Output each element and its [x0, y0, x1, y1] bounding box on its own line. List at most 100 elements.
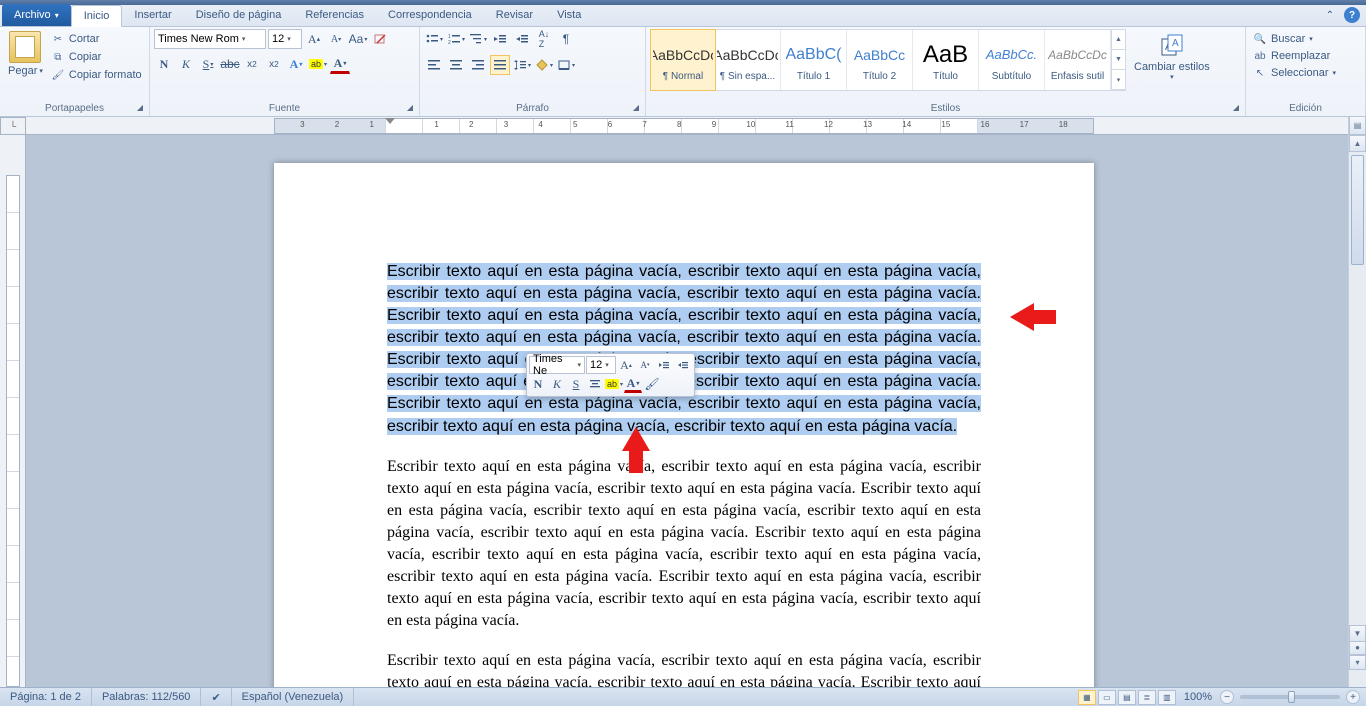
zoom-slider[interactable]	[1240, 695, 1340, 699]
style-item-2[interactable]: AaBbC(Título 1	[781, 30, 847, 90]
tab-correspondencia[interactable]: Correspondencia	[376, 4, 484, 26]
mini-size-combo[interactable]: 12▾	[586, 356, 616, 374]
vertical-ruler[interactable]	[0, 135, 26, 687]
zoom-knob[interactable]	[1288, 691, 1295, 703]
status-page[interactable]: Página: 1 de 2	[0, 688, 92, 706]
mini-shrink-font[interactable]: A▾	[636, 356, 654, 374]
status-language[interactable]: Español (Venezuela)	[232, 688, 355, 706]
font-color-button[interactable]: A▾	[330, 54, 350, 74]
zoom-level[interactable]: 100%	[1184, 691, 1212, 703]
mini-highlight[interactable]: ab▾	[605, 375, 623, 393]
borders-button[interactable]: ▾	[556, 55, 576, 75]
zoom-out-button[interactable]: −	[1220, 690, 1234, 704]
shrink-font-button[interactable]: A▾	[326, 29, 346, 49]
text-effects-button[interactable]: A▾	[286, 54, 306, 74]
document-page[interactable]: Escribir texto aquí en esta página vacía…	[274, 163, 1094, 687]
style-item-3[interactable]: AaBbCcTítulo 2	[847, 30, 913, 90]
grow-font-button[interactable]: A▴	[304, 29, 324, 49]
numbering-button[interactable]: 12▾	[446, 29, 466, 49]
sort-button[interactable]: A↓Z	[534, 29, 554, 49]
file-tab[interactable]: Archivo ▾	[2, 4, 71, 26]
tab-stop-selector[interactable]: └	[0, 117, 26, 135]
mini-increase-indent[interactable]	[674, 356, 692, 374]
scroll-up-icon[interactable]: ▲	[1349, 135, 1366, 152]
style-item-1[interactable]: AaBbCcDc¶ Sin espa...	[715, 30, 781, 90]
subscript-button[interactable]: x2	[242, 54, 262, 74]
increase-indent-button[interactable]	[512, 29, 532, 49]
status-proofing[interactable]: ✔	[201, 688, 231, 706]
style-item-4[interactable]: AaBTítulo	[913, 30, 979, 90]
styles-gallery[interactable]: AaBbCcDc¶ NormalAaBbCcDc¶ Sin espa...AaB…	[650, 29, 1126, 91]
tab-inicio[interactable]: Inicio	[71, 5, 123, 27]
scroll-thumb[interactable]	[1351, 155, 1364, 265]
change-styles-button[interactable]: AA Cambiar estilos ▾	[1128, 29, 1216, 85]
tab-diseno[interactable]: Diseño de página	[184, 4, 294, 26]
paragraph-3[interactable]: Escribir texto aquí en esta página vacía…	[387, 650, 981, 687]
copy-button[interactable]: ⧉Copiar	[49, 49, 144, 65]
tab-vista[interactable]: Vista	[545, 4, 593, 26]
mini-grow-font[interactable]: A▴	[617, 356, 635, 374]
view-full-screen[interactable]: ▭	[1098, 690, 1116, 705]
format-painter-button[interactable]: 🖌Copiar formato	[49, 67, 144, 83]
show-marks-button[interactable]: ¶	[556, 29, 576, 49]
superscript-button[interactable]: x2	[264, 54, 284, 74]
align-left-button[interactable]	[424, 55, 444, 75]
font-name-combo[interactable]: Times New Rom▾	[154, 29, 266, 49]
mini-bold[interactable]: N	[529, 375, 547, 393]
bullets-button[interactable]: ▾	[424, 29, 444, 49]
clear-format-button[interactable]	[370, 29, 390, 49]
mini-format-painter[interactable]: 🖌	[643, 375, 661, 393]
highlight-button[interactable]: ab▾	[308, 54, 328, 74]
mini-decrease-indent[interactable]	[655, 356, 673, 374]
status-words[interactable]: Palabras: 112/560	[92, 688, 201, 706]
paragraph-1[interactable]: Escribir texto aquí en esta página vacía…	[387, 261, 981, 438]
find-button[interactable]: 🔍Buscar▾	[1250, 31, 1339, 47]
style-item-5[interactable]: AaBbCc.Subtítulo	[979, 30, 1045, 90]
mini-underline[interactable]: S	[567, 375, 585, 393]
mini-italic[interactable]: K	[548, 375, 566, 393]
multilevel-button[interactable]: ▾	[468, 29, 488, 49]
gallery-up-icon[interactable]: ▲	[1112, 30, 1125, 50]
font-launcher-icon[interactable]: ◢	[407, 103, 413, 112]
justify-button[interactable]	[490, 55, 510, 75]
select-button[interactable]: ↖Seleccionar▾	[1250, 65, 1339, 81]
paragraph-launcher-icon[interactable]: ◢	[633, 103, 639, 112]
tab-revisar[interactable]: Revisar	[484, 4, 545, 26]
browse-object-icon[interactable]: ●	[1349, 640, 1366, 655]
align-center-button[interactable]	[446, 55, 466, 75]
cut-button[interactable]: ✂Cortar	[49, 31, 144, 47]
gallery-down-icon[interactable]: ▼	[1112, 50, 1125, 70]
align-right-button[interactable]	[468, 55, 488, 75]
italic-button[interactable]: K	[176, 54, 196, 74]
vertical-scrollbar[interactable]: ▤ ▲ ▴ ● ▾ ▼	[1348, 117, 1366, 687]
ruler-toggle-icon[interactable]: ▤	[1349, 117, 1366, 135]
next-page-icon[interactable]: ▾	[1349, 655, 1366, 670]
mini-center[interactable]	[586, 375, 604, 393]
change-case-button[interactable]: Aa▾	[348, 29, 368, 49]
view-web[interactable]: ▤	[1118, 690, 1136, 705]
font-size-combo[interactable]: 12▾	[268, 29, 302, 49]
line-spacing-button[interactable]: ▾	[512, 55, 532, 75]
scroll-down-icon[interactable]: ▼	[1349, 625, 1366, 642]
style-item-6[interactable]: AaBbCcDcÉnfasis sutil	[1045, 30, 1111, 90]
help-icon[interactable]: ?	[1344, 7, 1360, 23]
underline-button[interactable]: S▾	[198, 54, 218, 74]
view-draft[interactable]: ▥	[1158, 690, 1176, 705]
strike-button[interactable]: abc	[220, 54, 240, 74]
clipboard-launcher-icon[interactable]: ◢	[137, 103, 143, 112]
styles-launcher-icon[interactable]: ◢	[1233, 103, 1239, 112]
view-print-layout[interactable]: ▦	[1078, 690, 1096, 705]
shading-button[interactable]: ▾	[534, 55, 554, 75]
mini-font-color[interactable]: A▾	[624, 375, 642, 393]
zoom-in-button[interactable]: +	[1346, 690, 1360, 704]
decrease-indent-button[interactable]	[490, 29, 510, 49]
bold-button[interactable]: N	[154, 54, 174, 74]
paste-button[interactable]: Pegar▾	[4, 29, 47, 79]
tab-referencias[interactable]: Referencias	[293, 4, 376, 26]
horizontal-ruler[interactable]: 321123456789101112131415161718	[26, 117, 1348, 135]
style-item-0[interactable]: AaBbCcDc¶ Normal	[650, 29, 716, 91]
view-outline[interactable]: ≣	[1138, 690, 1156, 705]
gallery-more-icon[interactable]: ▾	[1112, 70, 1125, 90]
replace-button[interactable]: abReemplazar	[1250, 48, 1339, 64]
tab-insertar[interactable]: Insertar	[122, 4, 183, 26]
